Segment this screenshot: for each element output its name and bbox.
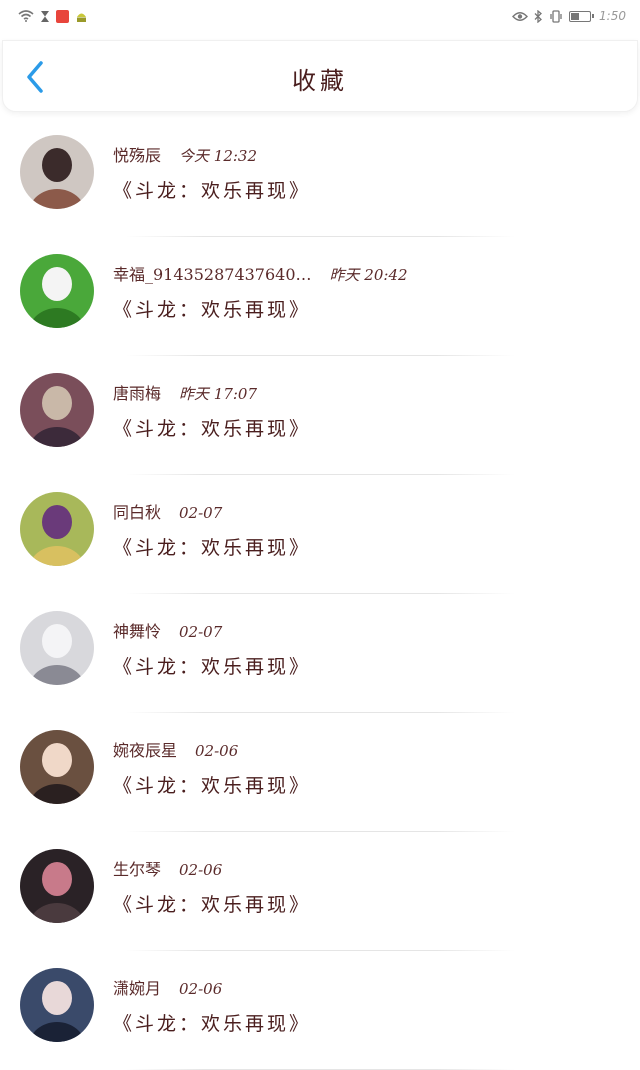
user-name[interactable]: 同白秋 [113,503,161,522]
android-icon [75,10,88,23]
favorite-meta: 神舞怜 02-07 [113,618,222,642]
user-name[interactable]: 神舞怜 [113,622,161,641]
favorite-item[interactable]: 同白秋 02-07 《斗龙：欢乐再现》 [0,475,640,594]
favorite-time: 02-06 [195,742,239,760]
user-name[interactable]: 悦殇辰 [113,146,161,165]
avatar[interactable] [20,611,94,685]
user-name[interactable]: 唐雨梅 [113,384,161,403]
favorite-time: 02-06 [179,861,223,879]
clock: 1:50 [599,9,626,23]
favorite-item[interactable]: 潇婉月 02-06 《斗龙：欢乐再现》 [0,951,640,1070]
favorite-title[interactable]: 《斗龙：欢乐再现》 [113,652,311,679]
user-name[interactable]: 生尔琴 [113,860,161,879]
favorite-time: 昨天 20:42 [329,266,408,284]
vibrate-icon [549,9,563,23]
favorite-time: 02-07 [179,623,223,641]
avatar[interactable] [20,373,94,447]
favorite-meta: 生尔琴 02-06 [113,856,222,880]
favorite-item[interactable]: 生尔琴 02-06 《斗龙：欢乐再现》 [0,832,640,951]
favorite-title[interactable]: 《斗龙：欢乐再现》 [113,771,311,798]
favorite-title[interactable]: 《斗龙：欢乐再现》 [113,1009,311,1036]
favorite-title[interactable]: 《斗龙：欢乐再现》 [113,295,311,322]
favorite-item[interactable]: 悦殇辰 今天 12:32 《斗龙：欢乐再现》 [0,118,640,237]
favorite-meta: 幸福_91435287437640… 昨天 20:42 [113,261,408,285]
page-title: 收藏 [292,67,348,95]
favorites-list: 悦殇辰 今天 12:32 《斗龙：欢乐再现》 幸福_91435287437640… 昨天… [0,118,640,1070]
favorite-meta: 唐雨梅 昨天 17:07 [113,380,257,404]
hourglass-icon [40,10,50,23]
favorite-item[interactable]: 婉夜辰星 02-06 《斗龙：欢乐再现》 [0,713,640,832]
avatar[interactable] [20,135,94,209]
favorite-meta: 同白秋 02-07 [113,499,222,523]
favorite-item[interactable]: 幸福_91435287437640… 昨天 20:42 《斗龙：欢乐再现》 [0,237,640,356]
favorite-time: 昨天 17:07 [179,385,258,403]
favorite-title[interactable]: 《斗龙：欢乐再现》 [113,414,311,441]
battery-level-fill [571,12,580,20]
app-notification-icon [56,9,69,23]
avatar[interactable] [20,849,94,923]
favorite-title[interactable]: 《斗龙：欢乐再现》 [113,890,311,917]
header-bar: 收藏 [2,40,638,112]
favorite-title[interactable]: 《斗龙：欢乐再现》 [113,533,311,560]
bluetooth-icon [534,9,543,23]
status-bar-right: 1:50 [512,9,626,23]
favorite-time: 今天 12:32 [179,147,258,165]
avatar[interactable] [20,968,94,1042]
user-name[interactable]: 潇婉月 [113,979,161,998]
status-bar-left [18,9,88,23]
avatar[interactable] [20,254,94,328]
favorite-meta: 悦殇辰 今天 12:32 [113,142,257,166]
favorite-item[interactable]: 神舞怜 02-07 《斗龙：欢乐再现》 [0,594,640,713]
favorite-meta: 潇婉月 02-06 [113,975,222,999]
wifi-icon [18,10,34,22]
user-name[interactable]: 幸福_91435287437640… [113,265,312,284]
avatar[interactable] [20,730,94,804]
favorite-title[interactable]: 《斗龙：欢乐再现》 [113,176,311,203]
favorite-item[interactable]: 唐雨梅 昨天 17:07 《斗龙：欢乐再现》 [0,356,640,475]
favorite-time: 02-07 [179,504,223,522]
favorite-meta: 婉夜辰星 02-06 [113,737,238,761]
favorite-time: 02-06 [179,980,223,998]
battery-icon [569,10,595,22]
user-name[interactable]: 婉夜辰星 [113,741,177,760]
avatar[interactable] [20,492,94,566]
eye-icon [512,11,529,22]
status-bar: 1:50 [0,0,640,32]
